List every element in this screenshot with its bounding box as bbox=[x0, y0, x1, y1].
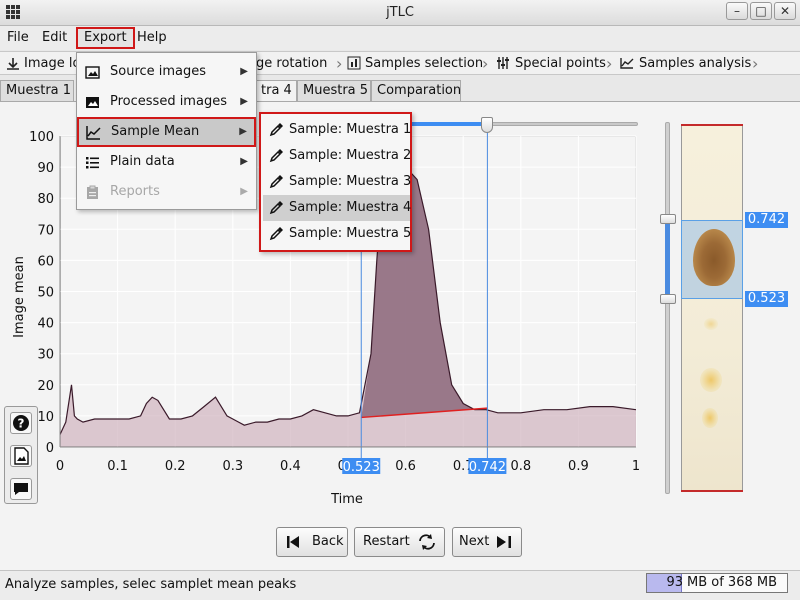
comment-icon[interactable] bbox=[10, 478, 32, 500]
range-label: 0.523 bbox=[343, 460, 380, 475]
submenu-item-muestra-2[interactable]: Sample: Muestra 2 bbox=[263, 143, 412, 169]
next-button[interactable]: Next bbox=[452, 527, 522, 557]
rf-slider-track[interactable] bbox=[665, 122, 670, 494]
rf-slider-lower-thumb[interactable] bbox=[660, 294, 676, 304]
memory-used: 93 bbox=[666, 575, 683, 590]
image-filled-icon bbox=[86, 97, 99, 108]
image-export-icon[interactable] bbox=[10, 445, 32, 467]
y-tick-label: 30 bbox=[37, 348, 54, 363]
line-chart-icon bbox=[86, 126, 101, 140]
submenu-item-label: Sample: Muestra 1 bbox=[289, 122, 412, 137]
x-tick-label: 0.1 bbox=[107, 459, 128, 474]
y-tick-label: 40 bbox=[37, 317, 54, 332]
y-tick-label: 70 bbox=[37, 223, 54, 238]
y-tick-label: 60 bbox=[37, 254, 54, 269]
list-icon bbox=[86, 157, 99, 169]
menu-item-label: Reports bbox=[110, 184, 160, 199]
chevron-right-icon: ▶ bbox=[240, 96, 248, 107]
menu-item-source-images[interactable]: Source images ▶ bbox=[77, 57, 256, 87]
solvent-front-line bbox=[681, 124, 743, 126]
y-axis-label: Image mean bbox=[12, 256, 27, 338]
x-axis-label: Time bbox=[330, 492, 363, 507]
y-tick-label: 50 bbox=[37, 286, 54, 301]
submenu-item-label: Sample: Muestra 4 bbox=[289, 200, 412, 215]
side-toolbar: ? bbox=[4, 406, 38, 504]
chevron-right-icon: ▶ bbox=[240, 156, 248, 167]
menu-item-label: Plain data bbox=[110, 154, 175, 169]
menu-item-sample-mean[interactable]: Sample Mean ▶ bbox=[77, 117, 256, 147]
x-tick-label: 1 bbox=[632, 459, 640, 474]
x-tick-label: 0 bbox=[56, 459, 64, 474]
next-label: Next bbox=[459, 534, 490, 549]
range-label: 0.742 bbox=[469, 460, 506, 475]
y-tick-label: 10 bbox=[37, 410, 54, 425]
export-menu: Source images ▶ Processed images ▶ Sampl… bbox=[76, 52, 257, 210]
submenu-item-muestra-1[interactable]: Sample: Muestra 1 bbox=[263, 117, 412, 143]
pipette-icon bbox=[269, 175, 283, 189]
sample-submenu: Sample: Muestra 1 Sample: Muestra 2 Samp… bbox=[259, 112, 412, 252]
tlc-plate-image bbox=[681, 124, 743, 492]
x-tick-label: 0.6 bbox=[395, 459, 416, 474]
y-tick-label: 0 bbox=[46, 441, 54, 456]
x-tick-label: 0.2 bbox=[165, 459, 186, 474]
submenu-item-label: Sample: Muestra 3 bbox=[289, 174, 412, 189]
chevron-right-icon: ▶ bbox=[240, 186, 248, 197]
tlc-spot bbox=[702, 408, 718, 428]
submenu-item-muestra-3[interactable]: Sample: Muestra 3 bbox=[263, 169, 412, 195]
y-tick-label: 90 bbox=[37, 161, 54, 176]
x-tick-label: 0.8 bbox=[510, 459, 531, 474]
pipette-icon bbox=[269, 149, 283, 163]
memory-total: MB of 368 MB bbox=[687, 575, 778, 590]
pipette-icon bbox=[269, 201, 283, 215]
x-tick-label: 0.3 bbox=[222, 459, 243, 474]
image-icon bbox=[85, 66, 100, 79]
submenu-item-muestra-5[interactable]: Sample: Muestra 5 bbox=[263, 221, 412, 247]
pipette-icon bbox=[269, 227, 283, 241]
restart-label: Restart bbox=[363, 534, 410, 549]
tlc-spot bbox=[700, 368, 722, 392]
y-tick-label: 100 bbox=[29, 130, 54, 145]
y-tick-label: 80 bbox=[37, 192, 54, 207]
tlc-main-spot bbox=[693, 229, 735, 286]
menu-item-label: Sample Mean bbox=[111, 124, 200, 139]
upper-rf-label: 0.742 bbox=[745, 212, 788, 228]
menu-item-reports: Reports ▶ bbox=[77, 177, 256, 207]
pipette-icon bbox=[269, 123, 283, 137]
lower-rf-label: 0.523 bbox=[745, 291, 788, 307]
y-tick-label: 20 bbox=[37, 379, 54, 394]
chevron-right-icon: ▶ bbox=[239, 126, 247, 137]
submenu-item-label: Sample: Muestra 5 bbox=[289, 226, 412, 241]
back-button[interactable]: Back bbox=[276, 527, 348, 557]
submenu-item-label: Sample: Muestra 2 bbox=[289, 148, 412, 163]
menu-item-label: Processed images bbox=[110, 94, 227, 109]
back-label: Back bbox=[312, 534, 344, 549]
rf-slider-range bbox=[665, 218, 670, 299]
tlc-spot bbox=[704, 318, 718, 330]
memory-indicator[interactable]: 93 MB of 368 MB bbox=[646, 573, 788, 593]
clipboard-icon bbox=[87, 185, 98, 199]
submenu-item-muestra-4[interactable]: Sample: Muestra 4 bbox=[263, 195, 412, 221]
x-tick-label: 0.4 bbox=[280, 459, 301, 474]
refresh-icon bbox=[419, 534, 435, 550]
rf-slider-upper-thumb[interactable] bbox=[660, 214, 676, 224]
skip-forward-icon bbox=[497, 536, 511, 548]
skip-back-icon bbox=[287, 536, 299, 548]
menu-item-plain-data[interactable]: Plain data ▶ bbox=[77, 147, 256, 177]
svg-text:?: ? bbox=[18, 417, 25, 431]
time-slider-thumb[interactable] bbox=[481, 117, 493, 133]
menu-item-processed-images[interactable]: Processed images ▶ bbox=[77, 87, 256, 117]
restart-button[interactable]: Restart bbox=[354, 527, 445, 557]
chevron-right-icon: ▶ bbox=[240, 66, 248, 77]
help-icon[interactable]: ? bbox=[10, 412, 32, 434]
origin-line bbox=[681, 490, 743, 492]
menu-item-label: Source images bbox=[110, 64, 207, 79]
status-message: Analyze samples, selec samplet mean peak… bbox=[5, 577, 297, 592]
x-tick-label: 0.9 bbox=[568, 459, 589, 474]
